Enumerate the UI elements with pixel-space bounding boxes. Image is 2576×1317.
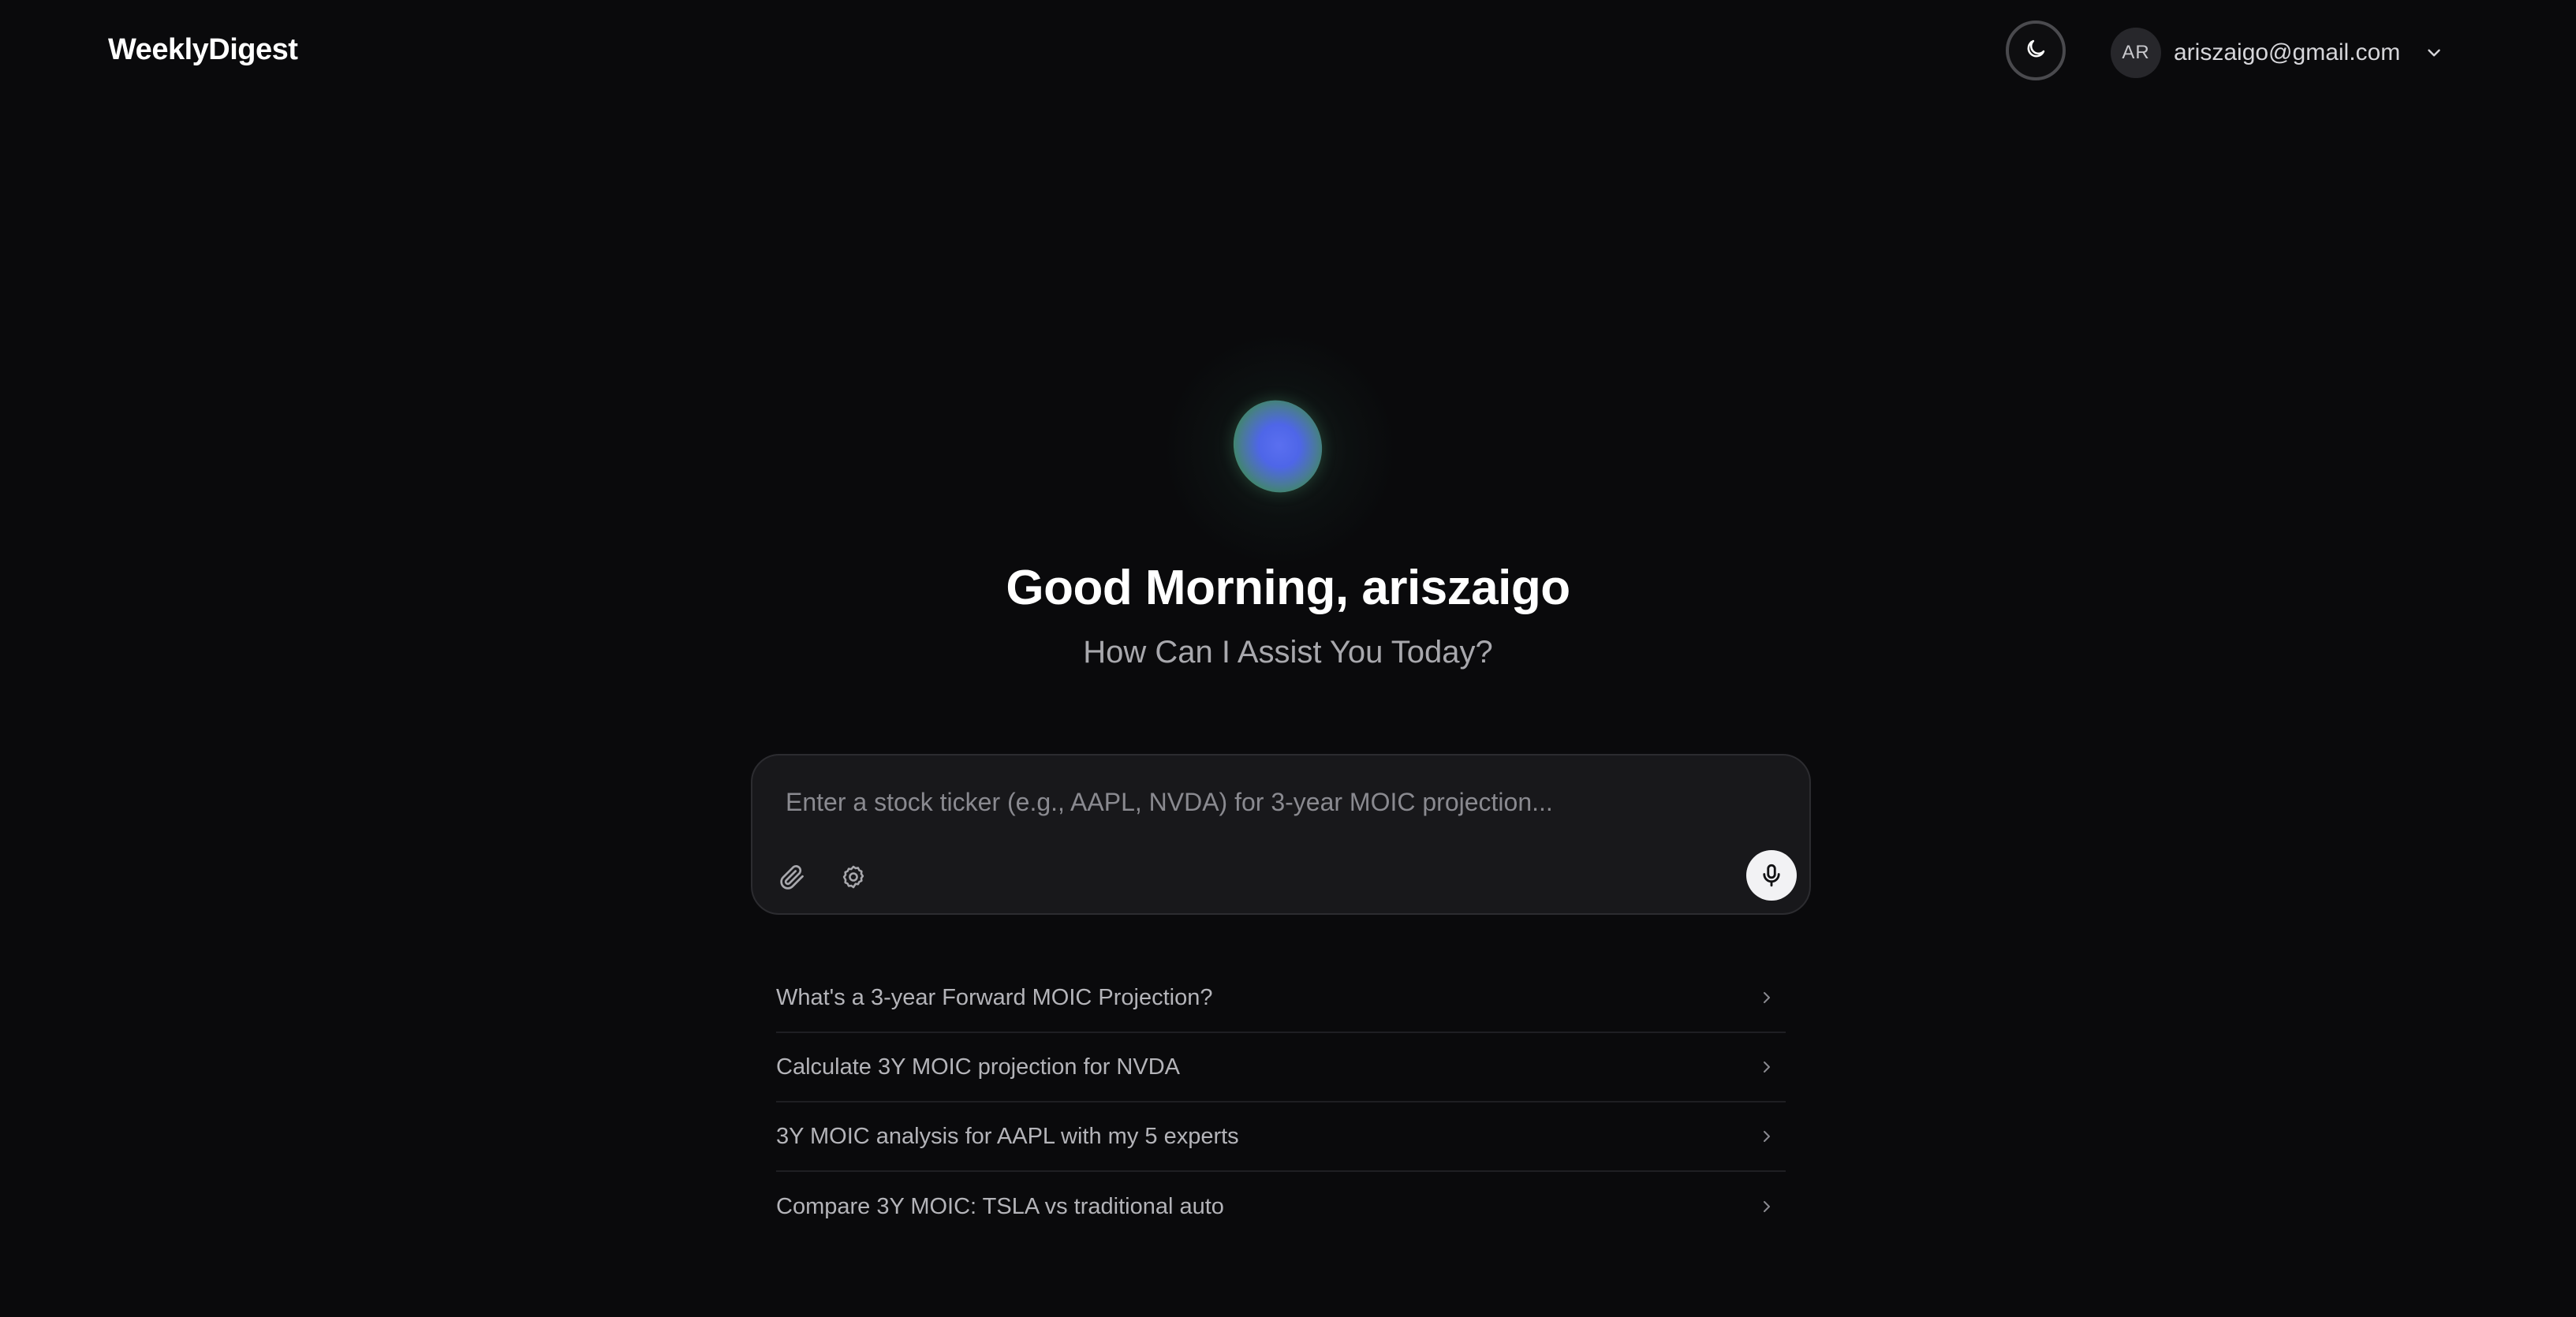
suggestion-item[interactable]: What's a 3-year Forward MOIC Projection? (776, 964, 1786, 1033)
moon-icon (2024, 37, 2048, 65)
suggestion-item[interactable]: Compare 3Y MOIC: TSLA vs traditional aut… (776, 1172, 1786, 1241)
assistant-orb (1162, 331, 1398, 568)
chevron-right-icon (1757, 1127, 1776, 1146)
greeting-title: Good Morning, ariszaigo (1006, 561, 1570, 615)
theme-toggle-button[interactable] (2006, 21, 2066, 80)
microphone-icon (1758, 862, 1785, 889)
suggestion-item[interactable]: 3Y MOIC analysis for AAPL with my 5 expe… (776, 1102, 1786, 1172)
chevron-down-icon[interactable] (2424, 43, 2444, 63)
brand-logo[interactable]: WeeklyDigest (108, 33, 298, 67)
account-menu[interactable]: AR ariszaigo@gmail.com (2111, 28, 2444, 78)
suggestion-label: Compare 3Y MOIC: TSLA vs traditional aut… (776, 1193, 1224, 1219)
suggestion-label: 3Y MOIC analysis for AAPL with my 5 expe… (776, 1123, 1239, 1149)
avatar: AR (2111, 28, 2161, 78)
ticker-input[interactable] (784, 779, 1757, 825)
microphone-button[interactable] (1746, 850, 1797, 901)
greeting-subtitle: How Can I Assist You Today? (1083, 635, 1493, 670)
paperclip-icon[interactable] (773, 858, 811, 896)
suggestion-item[interactable]: Calculate 3Y MOIC projection for NVDA (776, 1033, 1786, 1102)
chat-composer (751, 754, 1811, 915)
chevron-right-icon (1757, 988, 1776, 1007)
chevron-right-icon (1757, 1197, 1776, 1216)
suggestion-label: Calculate 3Y MOIC projection for NVDA (776, 1054, 1181, 1080)
orb-icon (1218, 386, 1338, 507)
suggestion-list: What's a 3-year Forward MOIC Projection?… (776, 964, 1786, 1241)
settings-icon[interactable] (834, 858, 872, 896)
chevron-right-icon (1757, 1058, 1776, 1076)
account-email: ariszaigo@gmail.com (2174, 39, 2401, 65)
suggestion-label: What's a 3-year Forward MOIC Projection? (776, 984, 1213, 1010)
